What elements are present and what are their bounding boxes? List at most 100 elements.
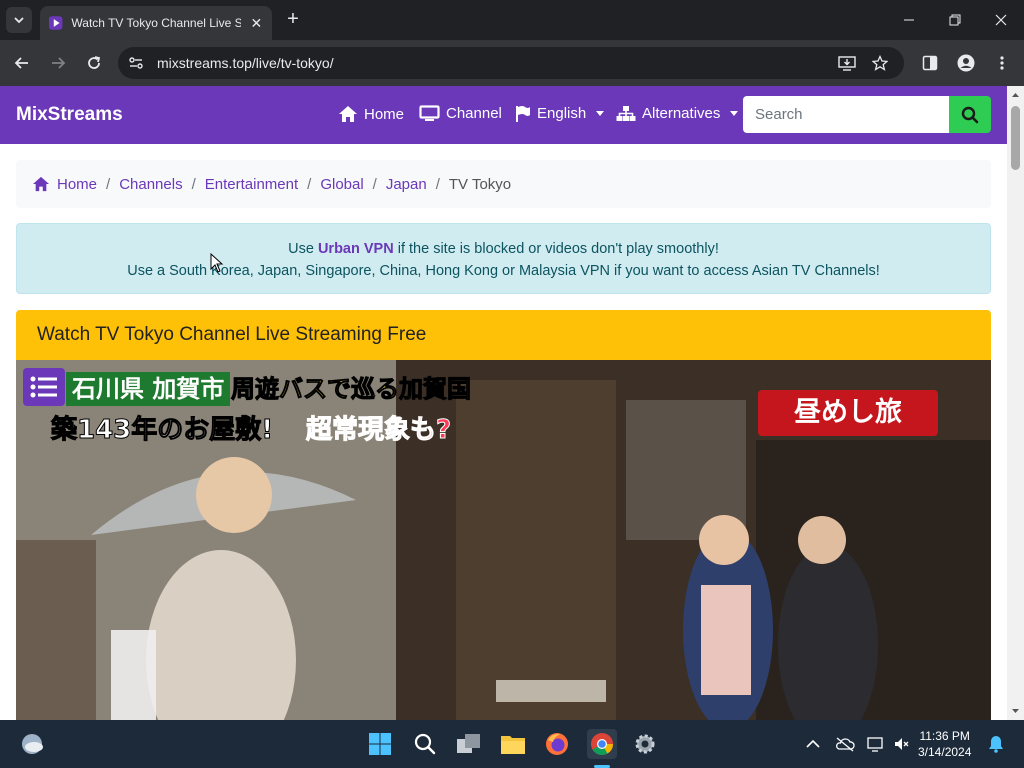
windows-logo-icon bbox=[369, 733, 391, 755]
arrow-left-icon bbox=[14, 57, 28, 69]
breadcrumb-separator: / bbox=[372, 175, 377, 193]
back-button[interactable] bbox=[10, 51, 34, 75]
program-logo: 昼めし旅 bbox=[758, 390, 938, 436]
nav-home[interactable]: Home bbox=[338, 105, 404, 123]
caption-subtitle: 周遊バスで巡る加賀国 bbox=[231, 375, 472, 404]
home-icon bbox=[339, 106, 357, 122]
settings-button[interactable] bbox=[631, 730, 659, 758]
nav-language-dropdown[interactable]: English bbox=[515, 105, 605, 122]
restore-button[interactable] bbox=[932, 0, 978, 40]
nav-channel-label: Channel bbox=[446, 105, 502, 122]
caption-highlight: 超常現象も? bbox=[305, 415, 452, 446]
network-icon[interactable] bbox=[867, 736, 885, 752]
caret-down-icon bbox=[730, 111, 739, 116]
minimize-button[interactable] bbox=[886, 0, 932, 40]
browser-tab[interactable]: Watch TV Tokyo Channel Live S ✕ bbox=[40, 6, 272, 40]
new-tab-button[interactable]: + bbox=[282, 9, 304, 31]
clock-date: 3/14/2024 bbox=[918, 745, 972, 759]
breadcrumb-separator: / bbox=[307, 175, 312, 193]
volume-muted-icon[interactable] bbox=[893, 736, 909, 752]
nav-language-label: English bbox=[537, 105, 587, 122]
breadcrumb-entertainment[interactable]: Entertainment bbox=[205, 176, 298, 193]
breadcrumb-separator: / bbox=[191, 175, 196, 193]
caret-down-icon bbox=[596, 111, 605, 116]
scroll-up-icon[interactable] bbox=[1007, 90, 1024, 100]
task-view-button[interactable] bbox=[455, 730, 483, 758]
vpn-notice: Use Urban VPN if the site is blocked or … bbox=[16, 223, 991, 294]
nav-alternatives-dropdown[interactable]: Alternatives bbox=[616, 105, 739, 122]
restore-icon bbox=[949, 14, 961, 26]
breadcrumb-current: TV Tokyo bbox=[448, 175, 512, 193]
player-menu-button[interactable] bbox=[23, 368, 65, 406]
breadcrumb-global[interactable]: Global bbox=[320, 176, 363, 193]
breadcrumb: Home / Channels / Entertainment / Global… bbox=[16, 160, 991, 208]
video-player[interactable]: 石川県 加賀市 周遊バスで巡る加賀国 築143年のお屋敷! 超常現象も? 昼めし… bbox=[16, 360, 991, 720]
notification-bell-icon[interactable] bbox=[988, 735, 1004, 753]
taskbar-search-button[interactable] bbox=[411, 730, 439, 758]
system-clock[interactable]: 11:36 PM 3/14/2024 bbox=[918, 728, 971, 760]
caption-location: 石川県 加賀市 bbox=[66, 372, 231, 406]
firefox-button[interactable] bbox=[543, 730, 571, 758]
search-icon bbox=[961, 106, 979, 123]
address-bar[interactable]: mixstreams.top/live/tv-tokyo/ bbox=[118, 47, 904, 79]
more-menu-icon[interactable] bbox=[995, 55, 1009, 71]
site-info-icon[interactable] bbox=[128, 55, 144, 71]
widgets-button[interactable] bbox=[18, 730, 46, 758]
mouse-cursor-icon bbox=[210, 253, 224, 273]
start-button[interactable] bbox=[366, 730, 394, 758]
web-page: MixStreams Home Channel English Alternat… bbox=[0, 86, 1007, 720]
site-brand[interactable]: MixStreams bbox=[16, 104, 123, 126]
flag-icon bbox=[516, 106, 530, 122]
breadcrumb-japan[interactable]: Japan bbox=[386, 176, 427, 193]
reload-icon bbox=[88, 56, 101, 69]
tab-close-icon[interactable]: ✕ bbox=[249, 15, 264, 32]
chrome-button[interactable] bbox=[587, 729, 617, 759]
folder-icon bbox=[501, 736, 525, 754]
urban-vpn-link[interactable]: Urban VPN bbox=[318, 241, 394, 257]
browser-tab-bar: Watch TV Tokyo Channel Live S ✕ + bbox=[0, 0, 1024, 40]
search-icon bbox=[414, 733, 436, 755]
page-scrollbar[interactable] bbox=[1007, 86, 1024, 720]
file-explorer-button[interactable] bbox=[499, 730, 527, 758]
gear-icon bbox=[635, 734, 655, 754]
monitor-icon bbox=[419, 105, 440, 121]
site-navbar: MixStreams Home Channel English Alternat… bbox=[0, 86, 1007, 144]
reload-button[interactable] bbox=[82, 51, 106, 75]
forward-button[interactable] bbox=[46, 51, 70, 75]
list-menu-icon bbox=[30, 376, 57, 398]
firefox-icon bbox=[546, 733, 568, 755]
side-panel-icon[interactable] bbox=[922, 55, 938, 71]
tab-search-button[interactable] bbox=[6, 7, 32, 33]
search-input[interactable] bbox=[743, 96, 949, 133]
breadcrumb-separator: / bbox=[435, 175, 440, 193]
task-view-icon bbox=[457, 734, 480, 753]
nav-channel[interactable]: Channel bbox=[419, 105, 502, 122]
notice-line-1: Use Urban VPN if the site is blocked or … bbox=[17, 238, 990, 260]
url-text: mixstreams.top/live/tv-tokyo/ bbox=[157, 55, 334, 71]
nav-home-label: Home bbox=[364, 105, 405, 123]
bookmark-star-icon[interactable] bbox=[872, 55, 888, 71]
minimize-icon bbox=[904, 19, 914, 21]
close-icon bbox=[995, 14, 1007, 26]
chevron-up-icon[interactable] bbox=[806, 739, 820, 749]
profile-icon[interactable] bbox=[957, 54, 975, 72]
install-app-icon[interactable] bbox=[838, 55, 856, 71]
caption-main: 築143年のお屋敷! bbox=[50, 415, 274, 446]
breadcrumb-channels[interactable]: Channels bbox=[119, 176, 182, 193]
scroll-down-icon[interactable] bbox=[1007, 706, 1024, 716]
notice-text: if the site is blocked or videos don't p… bbox=[393, 241, 719, 257]
onedrive-icon[interactable] bbox=[835, 736, 855, 752]
browser-toolbar: mixstreams.top/live/tv-tokyo/ bbox=[0, 40, 1024, 86]
close-window-button[interactable] bbox=[978, 0, 1024, 40]
weather-icon bbox=[22, 734, 43, 754]
chevron-down-icon bbox=[14, 17, 24, 24]
arrow-right-icon bbox=[52, 57, 66, 69]
notice-text: Use bbox=[288, 241, 318, 257]
scrollbar-thumb[interactable] bbox=[1011, 106, 1020, 170]
nav-alternatives-label: Alternatives bbox=[642, 105, 721, 122]
sitemap-icon bbox=[616, 106, 636, 121]
chrome-icon bbox=[591, 733, 613, 755]
windows-taskbar: 11:36 PM 3/14/2024 bbox=[0, 720, 1024, 768]
search-button[interactable] bbox=[949, 96, 991, 133]
breadcrumb-home[interactable]: Home bbox=[57, 176, 97, 193]
